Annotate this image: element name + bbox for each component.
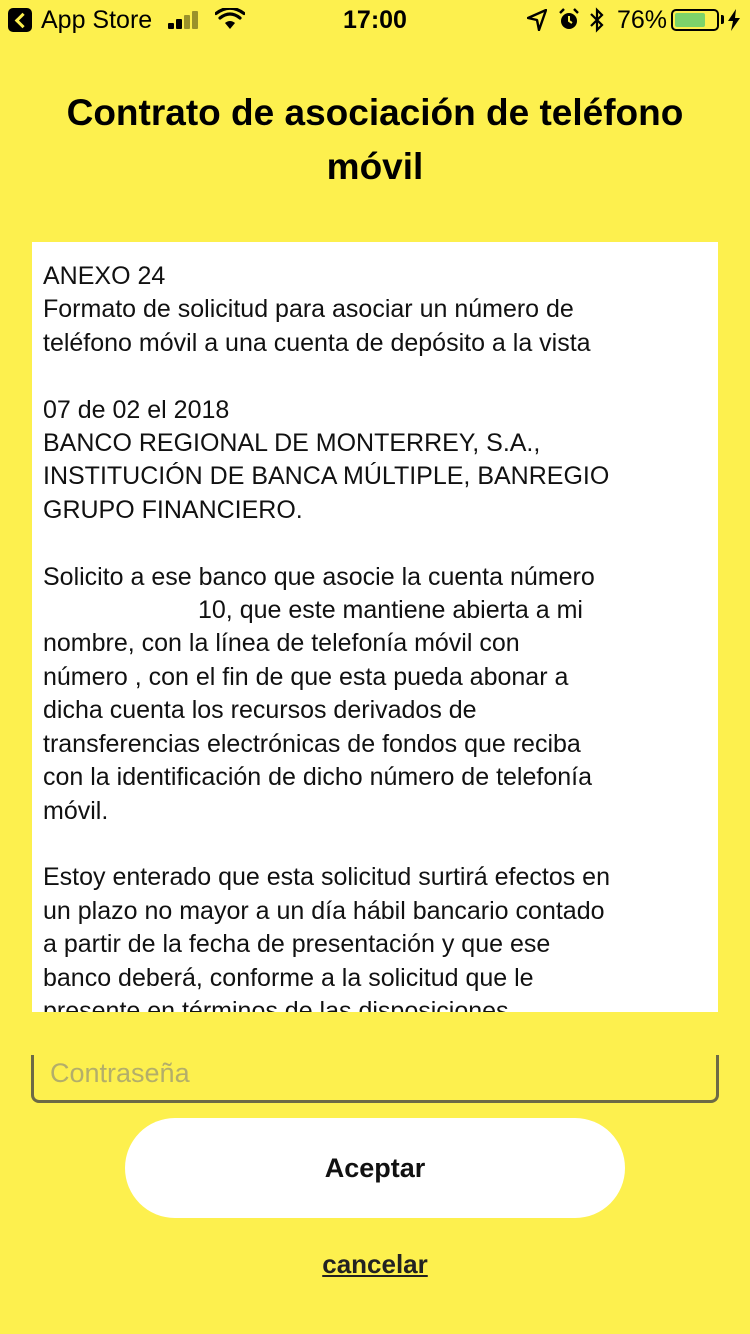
contract-text-box[interactable]: ANEXO 24 Formato de solicitud para asocia… [32,242,718,1012]
contract-line: banco deberá, conforme a la solicitud qu… [43,963,534,992]
location-arrow-icon [527,9,547,31]
password-field[interactable] [31,1055,719,1103]
contract-line: 10, que este mantiene abierta a mi [198,596,583,625]
contract-line: presente en términos de las disposicione… [43,996,509,1012]
battery-icon [671,9,719,31]
contract-line: 07 de 02 el 2018 [43,395,230,424]
contract-line: a partir de la fecha de presentación y q… [43,930,551,959]
battery-nub [721,15,724,24]
charging-bolt-icon [728,9,740,31]
contract-line: con la identificación de dicho número de… [43,763,592,792]
contract-line: nombre, con la línea de telefonía móvil … [43,629,520,658]
contract-line: Estoy enterado que esta solicitud surtir… [43,863,610,892]
contract-line: transferencias electrónicas de fondos qu… [43,729,581,758]
contract-line [43,828,708,861]
contract-line: BANCO REGIONAL DE MONTERREY, S.A., [43,429,541,458]
battery-percent: 76% [617,6,668,34]
page-title: Contrato de asociación de teléfono móvil [66,92,684,187]
contract-line: ANEXO 24 [43,262,166,290]
status-bar: App Store 17:00 76% [0,0,750,40]
contract-line: móvil. [43,796,109,825]
contract-line: INSTITUCIÓN DE BANCA MÚLTIPLE, BANREGIO [43,462,610,491]
contract-line [43,527,708,560]
password-input[interactable] [50,1055,700,1091]
contract-line: dicha cuenta los recursos derivados de [43,696,477,725]
contract-line: un plazo no mayor a un día hábil bancari… [43,896,605,925]
battery-level [675,13,706,27]
alarm-clock-icon [559,8,579,29]
bluetooth-icon [590,7,604,33]
contract-line: número , con el fin de que esta pueda ab… [43,662,569,691]
contract-line: Formato de solicitud para asociar un núm… [43,295,574,324]
accept-button[interactable]: Aceptar [125,1118,625,1218]
contract-line [43,360,708,393]
cancel-link[interactable]: cancelar [0,1249,750,1280]
contract-line: Solicito a ese banco que asocie la cuent… [43,562,595,591]
contract-line: GRUPO FINANCIERO. [43,495,303,524]
contract-line: teléfono móvil a una cuenta de depósito … [43,328,591,357]
